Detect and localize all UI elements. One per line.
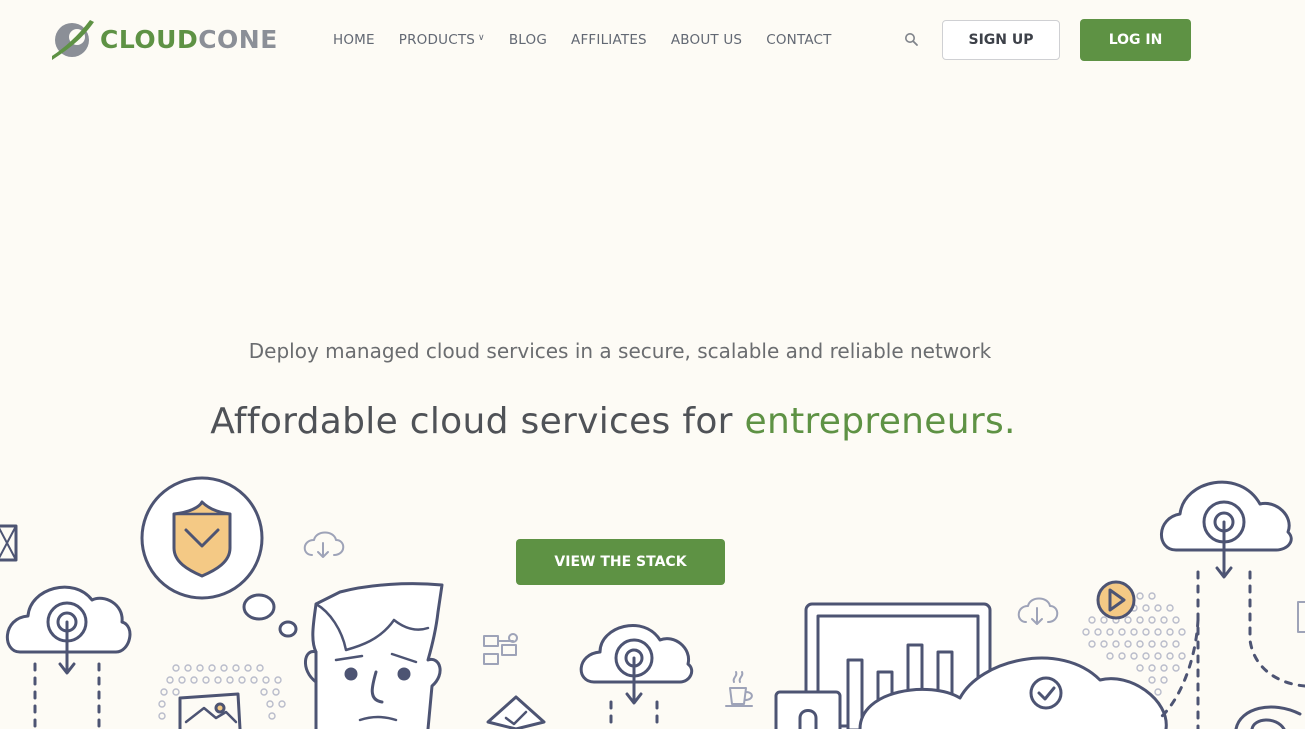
chevron-down-icon: ∨ (478, 33, 485, 43)
cloud-touch-icon-bottom-right (1234, 705, 1302, 729)
nav-affiliates-label: AFFILIATES (571, 32, 647, 48)
login-button[interactable]: LOG IN (1080, 19, 1191, 61)
coffee-cup-icon (725, 671, 753, 707)
envelope-icon (0, 524, 18, 562)
logo[interactable]: CLOUDCONE (50, 16, 278, 62)
hero-illustration (0, 476, 1305, 729)
nav-contact[interactable]: CONTACT (766, 31, 831, 49)
cloud-touch-icon-left (5, 585, 132, 729)
image-icon (178, 692, 242, 729)
nav-products[interactable]: PRODUCTS ∨ (399, 31, 485, 49)
nav-home-label: HOME (333, 32, 375, 48)
nav-home[interactable]: HOME (333, 31, 375, 49)
flowchart-icon-right (1297, 601, 1305, 633)
lock-icon (774, 690, 842, 729)
cloud-touch-icon-center (579, 624, 694, 729)
cloud-download-icon-right (1017, 597, 1059, 625)
hero-subtitle: Deploy managed cloud services in a secur… (248, 339, 992, 363)
signup-button[interactable]: SIGN UP (942, 20, 1060, 60)
cloud-touch-icon-right (1158, 480, 1305, 729)
top-navigation: CLOUDCONE HOME PRODUCTS ∨ BLOG AFFILIATES… (0, 0, 1305, 82)
main-menu: HOME PRODUCTS ∨ BLOG AFFILIATES ABOUT US … (333, 31, 856, 49)
person-face-icon (304, 582, 444, 729)
nav-products-label: PRODUCTS (398, 32, 476, 48)
diamond-icon (486, 695, 546, 729)
flowchart-icon (483, 633, 518, 665)
nav-blog[interactable]: BLOG (509, 31, 547, 49)
headline-main: Affordable cloud services for (210, 401, 745, 442)
nav-about-us[interactable]: ABOUT US (671, 31, 742, 49)
nav-affiliates[interactable]: AFFILIATES (571, 31, 647, 49)
search-icon[interactable] (904, 32, 919, 47)
logo-text: CLOUDCONE (100, 24, 278, 54)
nav-about-us-label: ABOUT US (670, 32, 743, 48)
view-the-stack-button[interactable]: VIEW THE STACK (516, 539, 725, 585)
cloud-download-icon (303, 531, 345, 558)
cloudcone-logo-icon (52, 20, 94, 60)
nav-contact-label: CONTACT (766, 32, 832, 48)
hero-headline: Affordable cloud services for entreprene… (0, 401, 1226, 442)
nav-blog-label: BLOG (508, 32, 548, 48)
shield-icon (140, 476, 298, 638)
headline-accent: entrepreneurs. (744, 401, 1016, 442)
play-icon (1096, 580, 1136, 620)
